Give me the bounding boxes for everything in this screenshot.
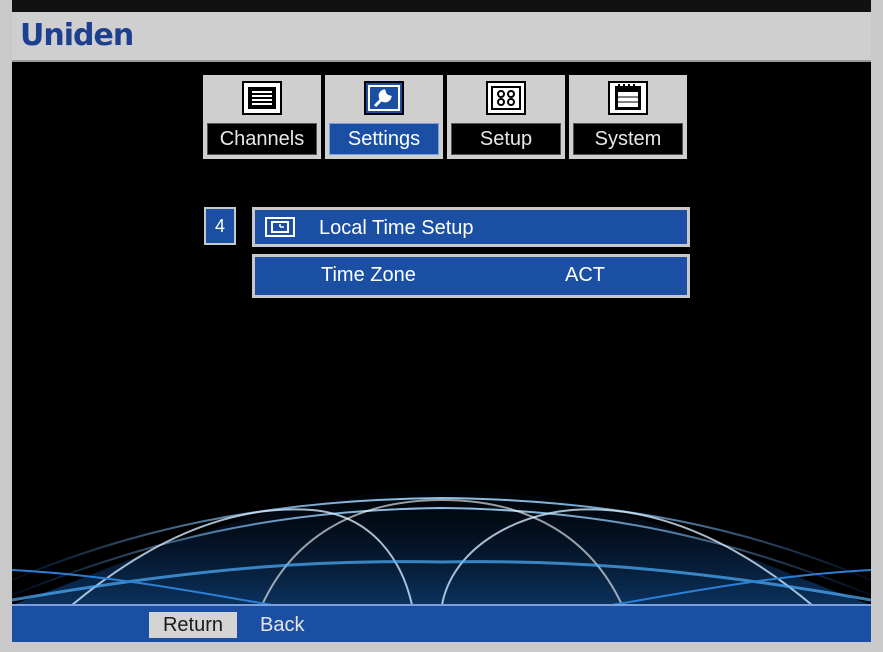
tab-setup[interactable]: Setup: [447, 75, 565, 159]
return-action-label: Back: [260, 614, 305, 636]
clock-icon: [265, 217, 295, 237]
menu-index-badge: 4: [204, 207, 236, 245]
decorative-wave-background: [12, 490, 871, 605]
menu-title: Local Time Setup: [319, 217, 474, 239]
header-bar: Uniden: [12, 12, 871, 62]
setting-value: ACT: [565, 264, 605, 286]
tab-channels-label: Channels: [207, 123, 317, 155]
brand-logo: Uniden: [20, 18, 134, 53]
grid-icon: [485, 79, 527, 117]
tv-screen: Uniden Channels Settings Setup System 4 …: [0, 0, 883, 652]
menu-title-panel: Local Time Setup: [252, 207, 690, 247]
frame-right: [871, 0, 883, 652]
setting-label: Time Zone: [321, 264, 416, 286]
tab-system-label: System: [573, 123, 683, 155]
frame-top: [0, 0, 883, 12]
tab-system[interactable]: System: [569, 75, 687, 159]
frame-bottom: [0, 642, 883, 652]
return-button[interactable]: Return: [149, 612, 237, 638]
main-menu-tabs: Channels Settings Setup System: [203, 75, 687, 159]
frame-left: [0, 0, 12, 652]
tab-setup-label: Setup: [451, 123, 561, 155]
setting-row-time-zone[interactable]: Time Zone ACT: [252, 254, 690, 298]
footer-bar: Return Back: [12, 604, 871, 642]
tab-settings[interactable]: Settings: [325, 75, 443, 159]
wrench-icon: [363, 79, 405, 117]
tab-settings-label: Settings: [329, 123, 439, 155]
tab-channels[interactable]: Channels: [203, 75, 321, 159]
calendar-icon: [607, 79, 649, 117]
list-icon: [241, 79, 283, 117]
